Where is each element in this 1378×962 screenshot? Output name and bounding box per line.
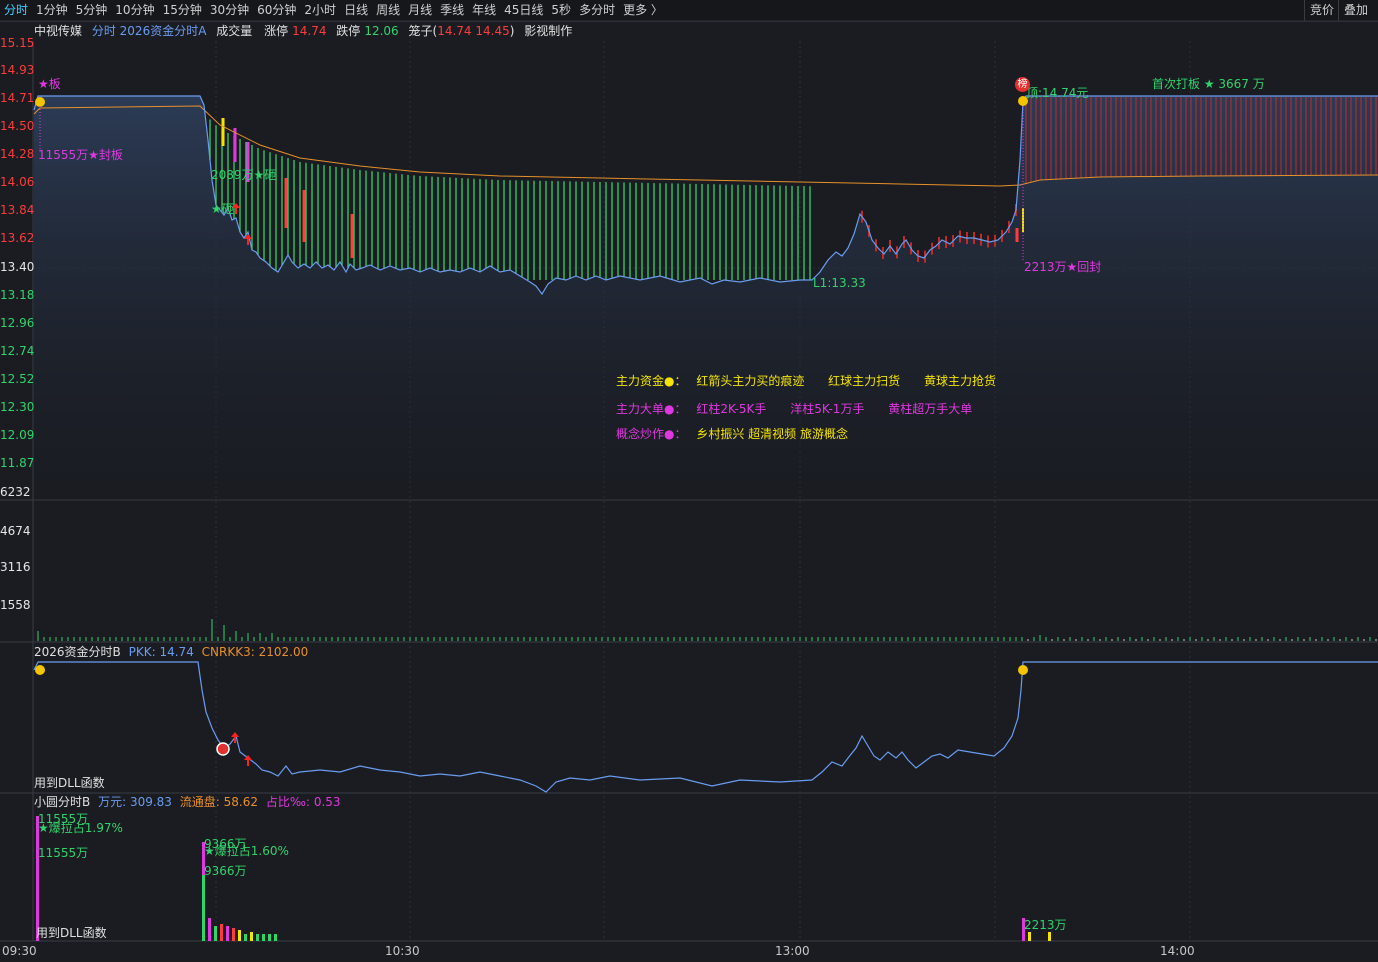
price-tick-label: 13.62 xyxy=(0,231,35,245)
price-tick-label: 14.93 xyxy=(0,63,35,77)
mid-amount-label: 2089万★砸 xyxy=(211,168,277,182)
volume-tick-label: 1558 xyxy=(0,598,31,612)
board-star-label: ★板 xyxy=(38,77,61,91)
price-tick-label: 14.06 xyxy=(0,175,35,189)
order-bar xyxy=(250,932,253,941)
cnrkk-label: CNRKK3: xyxy=(201,645,255,659)
legend-row-concepts: 概念炒作●： 乡村振兴 超清视频 旅游概念 xyxy=(616,425,848,442)
legend-concepts: 乡村振兴 超清视频 旅游概念 xyxy=(696,427,848,441)
order-bar xyxy=(214,926,217,941)
float-value: 58.62 xyxy=(223,795,258,809)
pkk-label: PKK: xyxy=(128,645,156,659)
price-tick-label: 14.50 xyxy=(0,119,35,133)
ratio-value: 0.53 xyxy=(313,795,341,809)
volume-tick-label: 4674 xyxy=(0,524,31,538)
legend-item: 红球主力扫货 xyxy=(828,374,901,388)
low-label: L1:13.33 xyxy=(813,276,866,290)
red-ball-marker xyxy=(216,742,230,756)
time-label-0930: 09:30 xyxy=(2,944,37,958)
panel-b-title[interactable]: 2026资金分时B xyxy=(34,645,121,659)
order-bar xyxy=(244,934,247,941)
price-tick-label: 12.30 xyxy=(0,400,35,414)
panel-c-ratio-b: ★爆拉占1.60% xyxy=(204,844,289,858)
intraday-chart[interactable] xyxy=(0,0,1378,962)
order-bar xyxy=(238,930,241,941)
price-tick-label: 14.71 xyxy=(0,91,35,105)
panel-c-amount-a2: 11555万 xyxy=(38,846,89,860)
yellow-ball-marker xyxy=(35,97,45,107)
panel-c-dll-note: 用到DLL函数 xyxy=(36,926,107,940)
pkk-value: 14.74 xyxy=(159,645,194,659)
panel-b-header: 2026资金分时B PKK: 14.74 CNRKK3: 2102.00 xyxy=(34,645,308,659)
time-label-1030: 10:30 xyxy=(385,944,420,958)
panel-c-title[interactable]: 小圆分时B xyxy=(34,795,90,809)
panel-c-amount-b2: 9366万 xyxy=(204,864,247,878)
price-tick-label: 12.74 xyxy=(0,344,35,358)
float-label: 流通盘: xyxy=(179,795,220,809)
yellow-ball-marker xyxy=(35,665,45,675)
wan-value: 309.83 xyxy=(129,795,172,809)
price-tick-label: 11.87 xyxy=(0,456,35,470)
legend-item: 黄球主力抢货 xyxy=(924,374,997,388)
yellow-ball-marker xyxy=(1018,665,1028,675)
time-label-1400: 14:00 xyxy=(1160,944,1195,958)
panel-b-line xyxy=(33,661,1378,793)
wan-label: 万元: xyxy=(98,795,127,809)
order-bar xyxy=(226,926,229,941)
legend-item: 洋柱5K-1万手 xyxy=(790,402,865,416)
panel-c-bars xyxy=(36,816,1051,941)
order-bar xyxy=(256,934,259,941)
panel-c-ratio-a: ★爆拉占1.97% xyxy=(38,821,123,835)
rank-badge[interactable]: 榜 xyxy=(1015,77,1030,92)
legend-row-capital: 主力资金●： 红箭头主力买的痕迹 红球主力扫货 黄球主力抢货 xyxy=(616,372,996,389)
time-label-1300: 13:00 xyxy=(775,944,810,958)
legend-item: 红箭头主力买的痕迹 xyxy=(696,374,805,388)
panel-b-dll-note: 用到DLL函数 xyxy=(34,776,105,790)
price-tick-label: 12.52 xyxy=(0,372,35,386)
volume-bars xyxy=(37,619,1377,641)
legend-concept-title: 概念炒作●： xyxy=(616,427,687,441)
panel-c-header: 小圆分时B 万元: 309.83 流通盘: 58.62 占比‰: 0.53 xyxy=(34,795,341,809)
order-bar xyxy=(1028,932,1031,941)
price-tick-label: 15.15 xyxy=(0,36,35,50)
top-label: 顶:14.74元 xyxy=(1026,86,1089,100)
price-tick-label: 13.18 xyxy=(0,288,35,302)
legend-item: 黄柱超万手大单 xyxy=(888,402,973,416)
volume-tick-label: 3116 xyxy=(0,560,31,574)
reseal-label: 2213万★回封 xyxy=(1024,260,1102,274)
order-bar xyxy=(1048,932,1051,941)
cnrkk-value: 2102.00 xyxy=(258,645,309,659)
price-tick-label: 13.84 xyxy=(0,203,35,217)
volume-tick-label: 6232 xyxy=(0,485,31,499)
ratio-label: 占比‰: xyxy=(265,795,310,809)
first-board-label: 首次打板 ★ 3667 万 xyxy=(1152,77,1265,91)
order-bar xyxy=(208,918,211,941)
legend-capital-title: 主力资金●： xyxy=(616,374,687,388)
price-tick-label: 13.40 xyxy=(0,260,35,274)
seal-amount-label: 11555万★封板 xyxy=(38,148,123,162)
big-order-bar xyxy=(202,875,205,941)
order-bar xyxy=(220,924,223,941)
order-bar xyxy=(274,934,277,941)
order-bar xyxy=(262,934,265,941)
order-bar xyxy=(232,928,235,941)
price-tick-label: 12.09 xyxy=(0,428,35,442)
legend-item: 红柱2K-5K手 xyxy=(696,402,767,416)
panel-c-amount-c1: 2213万 xyxy=(1024,918,1067,932)
smash-label: ★砸 xyxy=(211,202,234,216)
order-bar xyxy=(268,934,271,941)
price-tick-label: 12.96 xyxy=(0,316,35,330)
legend-orders-title: 主力大单●： xyxy=(616,402,687,416)
price-tick-label: 14.28 xyxy=(0,147,35,161)
legend-row-big-orders: 主力大单●： 红柱2K-5K手 洋柱5K-1万手 黄柱超万手大单 xyxy=(616,400,972,417)
